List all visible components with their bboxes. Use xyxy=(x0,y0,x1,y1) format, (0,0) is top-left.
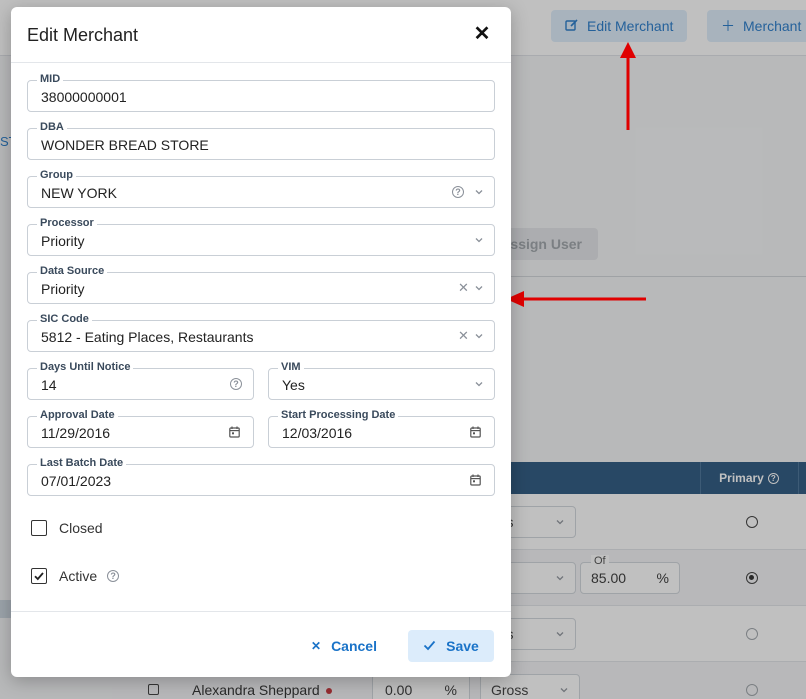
approval-date-value: 11/29/2016 xyxy=(41,425,111,441)
close-icon: ✕ xyxy=(311,639,322,653)
chevron-down-icon[interactable] xyxy=(474,273,484,303)
group-select[interactable]: Group NEW YORK ? xyxy=(27,169,495,208)
clear-icon[interactable]: ✕ xyxy=(458,273,469,303)
save-label: Save xyxy=(446,638,479,654)
data-source-select[interactable]: Data Source Priority ✕ xyxy=(27,265,495,304)
last-batch-date-label: Last Batch Date xyxy=(37,457,127,470)
closed-label: Closed xyxy=(59,520,103,536)
sic-code-select[interactable]: SIC Code 5812 - Eating Places, Restauran… xyxy=(27,313,495,352)
start-processing-date-label: Start Processing Date xyxy=(278,409,399,422)
check-icon xyxy=(34,572,44,581)
calendar-icon[interactable] xyxy=(470,465,481,495)
processor-select[interactable]: Processor Priority xyxy=(27,217,495,256)
closed-checkbox-row[interactable]: Closed xyxy=(31,518,103,538)
days-until-notice-label: Days Until Notice xyxy=(37,361,134,374)
data-source-value: Priority xyxy=(41,281,85,297)
active-checkbox-row[interactable]: Active ? xyxy=(31,566,120,586)
chevron-down-icon[interactable] xyxy=(474,321,484,351)
save-button[interactable]: Save xyxy=(408,630,494,662)
dialog-title: Edit Merchant xyxy=(27,25,139,45)
cancel-button[interactable]: ✕ Cancel xyxy=(301,630,387,662)
mid-value: 38000000001 xyxy=(41,89,127,105)
group-value: NEW YORK xyxy=(41,185,117,201)
check-icon xyxy=(423,638,436,654)
clear-icon[interactable]: ✕ xyxy=(458,321,469,351)
dialog-footer: ✕ Cancel Save xyxy=(11,611,511,677)
calendar-icon[interactable] xyxy=(229,417,240,447)
dialog-header: Edit Merchant ✕ xyxy=(11,7,511,63)
start-processing-date-value: 12/03/2016 xyxy=(282,425,353,441)
dba-field[interactable]: DBA WONDER BREAD STORE xyxy=(27,121,495,160)
mid-label: MID xyxy=(37,73,64,86)
processor-value: Priority xyxy=(41,233,85,249)
chevron-down-icon[interactable] xyxy=(474,369,484,399)
annotation-arrow-up xyxy=(620,42,636,130)
vim-label: VIM xyxy=(278,361,304,374)
calendar-icon[interactable] xyxy=(470,417,481,447)
days-until-notice-field[interactable]: Days Until Notice 14 ? xyxy=(27,361,254,400)
chevron-down-icon[interactable] xyxy=(474,225,484,255)
days-until-notice-value: 14 xyxy=(41,377,57,393)
closed-checkbox[interactable] xyxy=(31,520,47,536)
processor-label: Processor xyxy=(37,217,97,230)
start-processing-date-field[interactable]: Start Processing Date 12/03/2016 xyxy=(268,409,495,448)
help-icon[interactable]: ? xyxy=(107,570,120,582)
annotation-arrow-left xyxy=(506,291,646,307)
help-icon[interactable]: ? xyxy=(452,177,464,207)
vim-value: Yes xyxy=(282,377,305,393)
approval-date-field[interactable]: Approval Date 11/29/2016 xyxy=(27,409,254,448)
cancel-label: Cancel xyxy=(331,638,377,654)
edit-merchant-dialog: Edit Merchant ✕ MID 38000000001 DBA WOND… xyxy=(11,7,511,677)
last-batch-date-value: 07/01/2023 xyxy=(41,473,112,489)
last-batch-date-field[interactable]: Last Batch Date 07/01/2023 xyxy=(27,457,495,496)
approval-date-label: Approval Date xyxy=(37,409,118,422)
mid-field[interactable]: MID 38000000001 xyxy=(27,73,495,112)
dba-value: WONDER BREAD STORE xyxy=(41,137,209,153)
sic-code-label: SIC Code xyxy=(37,313,92,326)
dialog-body: MID 38000000001 DBA WONDER BREAD STORE G… xyxy=(11,63,511,611)
chevron-down-icon[interactable] xyxy=(474,177,484,207)
vim-select[interactable]: VIM Yes xyxy=(268,361,495,400)
sic-code-value: 5812 - Eating Places, Restaurants xyxy=(41,329,254,345)
group-label: Group xyxy=(37,169,76,182)
active-label: Active xyxy=(59,568,98,584)
help-icon[interactable]: ? xyxy=(230,369,242,399)
active-checkbox[interactable] xyxy=(31,568,47,584)
dba-label: DBA xyxy=(37,121,67,134)
data-source-label: Data Source xyxy=(37,265,108,278)
close-icon[interactable]: ✕ xyxy=(471,23,493,45)
